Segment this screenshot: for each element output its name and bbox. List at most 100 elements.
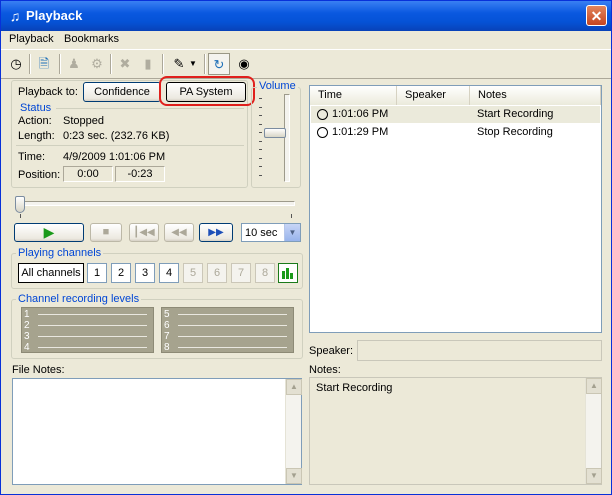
channel-button-3[interactable]: 3 <box>135 263 155 283</box>
position-thumb[interactable] <box>15 196 25 213</box>
chevron-down-icon[interactable]: ▼ <box>286 468 302 484</box>
meter-row-7: 7 <box>164 331 291 342</box>
stop-button[interactable]: ■ <box>90 223 122 242</box>
meter-row-5: 5 <box>164 309 291 320</box>
chevron-up-icon[interactable]: ▲ <box>286 379 302 395</box>
meter-row-1: 1 <box>24 309 151 320</box>
volume-tick <box>259 132 262 133</box>
row-notes: Start Recording <box>477 108 554 120</box>
channel-button-1[interactable]: 1 <box>87 263 107 283</box>
meter-row-6: 6 <box>164 320 291 331</box>
level-meter-button[interactable] <box>278 263 298 283</box>
meter-channel-label: 5 <box>164 309 170 320</box>
all-channels-button[interactable]: All channels <box>18 263 84 283</box>
rewind-button[interactable]: ◀◀ <box>164 223 194 242</box>
rewind-icon: ◀◀ <box>171 227 187 238</box>
volume-tick <box>259 166 262 167</box>
meter-level-line <box>178 347 287 348</box>
playback-to-label: Playback to: <box>18 86 78 98</box>
position-track <box>19 201 295 206</box>
meter-bar <box>286 268 289 279</box>
file-notes-scrollbar[interactable]: ▲ ▼ <box>285 379 302 484</box>
toolbar-separator <box>162 54 164 74</box>
play-icon: ▶ <box>43 224 55 240</box>
app-icon: ♫ <box>9 8 21 24</box>
meter-channel-label: 7 <box>164 331 170 342</box>
volume-tick <box>259 123 262 125</box>
volume-tick <box>259 106 262 108</box>
play-button[interactable]: ▶ <box>14 223 84 242</box>
position-slider[interactable] <box>15 196 295 218</box>
volume-tick <box>259 140 262 142</box>
column-notes[interactable]: Notes <box>470 86 601 105</box>
meter-row-8: 8 <box>164 342 291 353</box>
meter-level-line <box>38 325 147 326</box>
cut-icon[interactable]: ✖ <box>114 53 136 75</box>
people-icon[interactable]: ♟ <box>63 53 85 75</box>
clock-icon <box>317 109 328 120</box>
position-value: 0:00 <box>63 166 113 182</box>
meter-level-line <box>178 314 287 315</box>
fast-forward-button[interactable]: ▶▶ <box>199 223 233 242</box>
length-value: 0:23 sec. (232.76 KB) <box>63 130 170 142</box>
volume-panel: Volume <box>251 80 301 188</box>
length-label: Length: <box>18 130 55 142</box>
close-button[interactable]: ✕ <box>586 5 607 26</box>
meter-row-2: 2 <box>24 320 151 331</box>
volume-slider[interactable] <box>264 128 286 139</box>
chevron-down-icon[interactable]: ▼ <box>586 468 602 484</box>
channel-button-5[interactable]: 5 <box>183 263 203 283</box>
people-settings-icon[interactable]: ⚙ <box>86 53 108 75</box>
chevron-down-icon[interactable]: ▼ <box>284 224 300 241</box>
file-notes-field[interactable]: ▲ ▼ <box>12 378 302 485</box>
skip-interval-select[interactable]: 10 sec ▼ <box>241 223 301 242</box>
speaker-field[interactable] <box>357 340 602 361</box>
menu-playback[interactable]: Playback <box>9 33 54 45</box>
tick-end <box>291 214 292 218</box>
channel-button-2[interactable]: 2 <box>111 263 131 283</box>
chevron-down-icon[interactable]: ▼ <box>187 53 199 75</box>
menu-bookmarks[interactable]: Bookmarks <box>64 33 119 45</box>
chevron-up-icon[interactable]: ▲ <box>586 378 602 394</box>
bookmarks-list[interactable]: Time Speaker Notes 1:01:06 PM Start Reco… <box>309 85 602 333</box>
stop-icon: ■ <box>102 226 110 238</box>
confidence-button[interactable]: Confidence <box>83 82 161 102</box>
remaining-value: -0:23 <box>115 166 165 182</box>
paste-icon[interactable]: ▮ <box>137 53 159 75</box>
row-notes: Stop Recording <box>477 126 553 138</box>
channel-button-8[interactable]: 8 <box>255 263 275 283</box>
skip-interval-value: 10 sec <box>245 227 278 239</box>
toolbar-separator <box>59 54 61 74</box>
meter-bar <box>290 273 293 279</box>
history-icon[interactable]: ◷ <box>5 53 27 75</box>
skip-start-icon: ┃◀◀ <box>133 227 155 238</box>
channel-button-4[interactable]: 4 <box>159 263 179 283</box>
volume-tick <box>259 174 262 176</box>
notes-scrollbar[interactable]: ▲ ▼ <box>585 378 602 484</box>
notes-field[interactable]: Start Recording ▲ ▼ <box>309 377 602 485</box>
meter-channel-label: 3 <box>24 331 30 342</box>
document-check-icon[interactable]: 🗎 <box>33 53 55 75</box>
playing-channels-title: Playing channels <box>16 247 104 259</box>
meter-bar <box>282 271 285 279</box>
skip-start-button[interactable]: ┃◀◀ <box>129 223 159 242</box>
channel-button-6[interactable]: 6 <box>207 263 227 283</box>
column-time[interactable]: Time <box>310 86 397 105</box>
tick-start <box>20 214 21 218</box>
table-row[interactable]: 1:01:06 PM Start Recording <box>311 106 600 123</box>
speaker-label: Speaker: <box>309 345 354 357</box>
status-title: Status <box>20 102 52 114</box>
recording-levels-title: Channel recording levels <box>16 293 142 305</box>
column-speaker[interactable]: Speaker <box>397 86 470 105</box>
table-row[interactable]: 1:01:29 PM Stop Recording <box>311 124 600 141</box>
refresh-icon[interactable]: ↻ <box>208 53 230 75</box>
channel-button-7[interactable]: 7 <box>231 263 251 283</box>
title-bar: ♫ Playback ✕ <box>1 1 611 31</box>
meter-row-3: 3 <box>24 331 151 342</box>
meter-row-4: 4 <box>24 342 151 353</box>
volume-tick <box>259 149 262 150</box>
binoculars-icon[interactable]: ◉ <box>233 53 255 75</box>
toolbar-separator <box>29 54 31 74</box>
volume-tick <box>259 98 262 99</box>
time-value: 4/9/2009 1:01:06 PM <box>63 151 166 163</box>
